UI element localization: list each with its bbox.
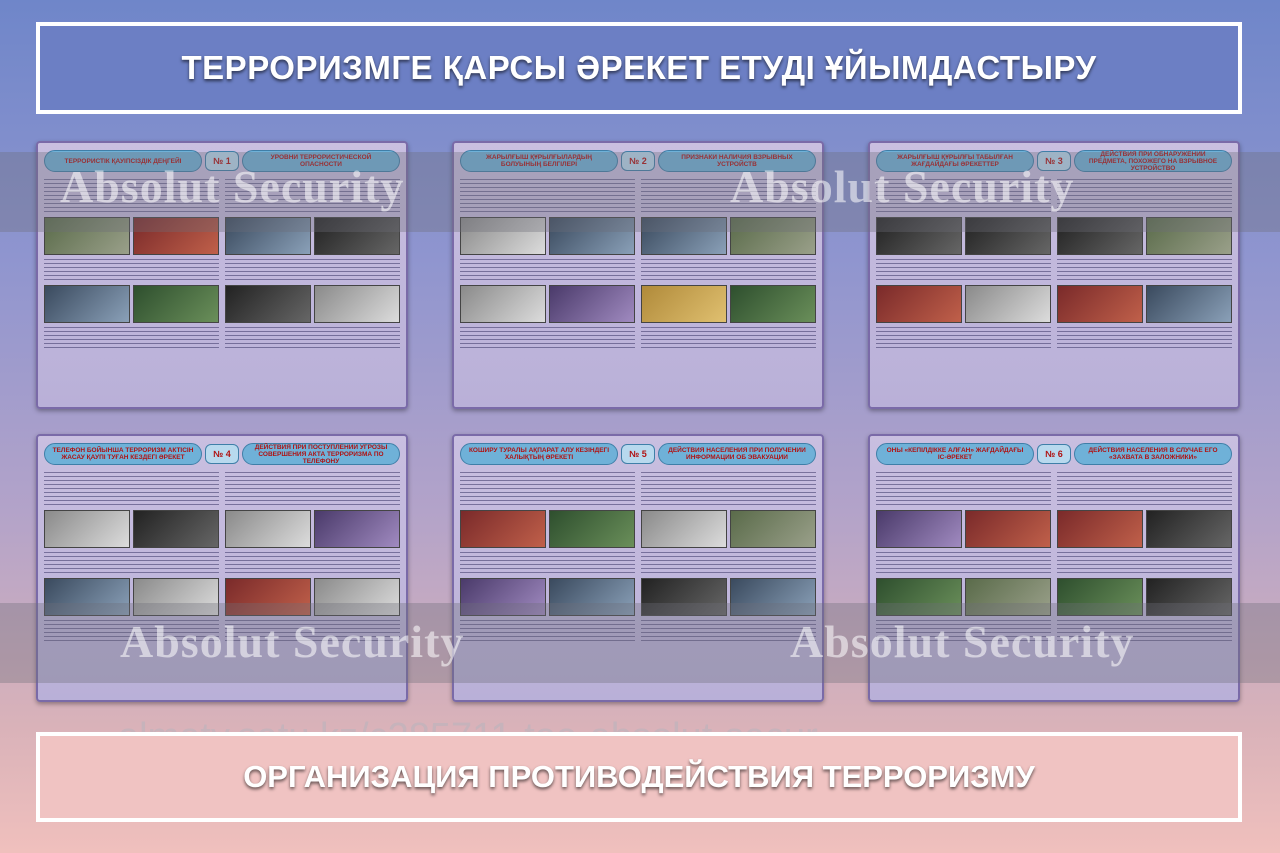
photo [1146, 510, 1232, 548]
panel-title-kz: ТЕЛЕФОН БОЙЫНША ТЕРРОРИЗМ АКТІСІН ЖАСАУ … [44, 443, 202, 465]
footer-title: ОРГАНИЗАЦИЯ ПРОТИВОДЕЙСТВИЯ ТЕРРОРИЗМУ [36, 732, 1242, 822]
photo [965, 510, 1051, 548]
photo [641, 510, 727, 548]
photo [460, 510, 546, 548]
photo [641, 285, 727, 323]
panel-title-kz: КОШИРУ ТУРАЛЫ АҚПАРАТ АЛУ КЕЗІНДЕГІ ХАЛЫ… [460, 443, 618, 465]
panel-title-ru: ДЕЙСТВИЯ НАСЕЛЕНИЯ ПРИ ПОЛУЧЕНИИ ИНФОРМА… [658, 443, 816, 465]
photo [225, 510, 311, 548]
photo [876, 285, 962, 323]
photo [549, 285, 635, 323]
photo [730, 510, 816, 548]
panel-title-kz: ОНЫ «КЕПІЛДІККЕ АЛҒАН» ЖАҒДАЙДАҒЫ ІС-ӘРЕ… [876, 443, 1034, 465]
photo [1057, 510, 1143, 548]
panel-title-ru: ДЕЙСТВИЯ НАСЕЛЕНИЯ В СЛУЧАЕ ЕГО «ЗАХВАТА… [1074, 443, 1232, 465]
watermark-text: Absolut Security [790, 616, 1135, 667]
photo [133, 510, 219, 548]
watermark-text: Absolut Security [120, 616, 465, 667]
panel-title-ru: ДЕЙСТВИЯ ПРИ ПОСТУПЛЕНИИ УГРОЗЫ СОВЕРШЕН… [242, 443, 400, 465]
photo [44, 285, 130, 323]
photo [965, 285, 1051, 323]
photo [460, 285, 546, 323]
photo [1057, 285, 1143, 323]
photo [133, 285, 219, 323]
panel-number: № 6 [1037, 444, 1071, 464]
photo [225, 285, 311, 323]
watermark-text: Absolut Security [730, 161, 1075, 212]
photo [44, 510, 130, 548]
photo [549, 510, 635, 548]
photo [314, 510, 400, 548]
photo [314, 285, 400, 323]
photo [1146, 285, 1232, 323]
panel-number: № 5 [621, 444, 655, 464]
photo [730, 285, 816, 323]
photo [876, 510, 962, 548]
header-title: ТЕРРОРИЗМГЕ ҚАРСЫ ӘРЕКЕТ ЕТУДІ ҰЙЫМДАСТЫ… [36, 22, 1242, 114]
watermark-text: Absolut Security [60, 161, 405, 212]
panel-number: № 4 [205, 444, 239, 464]
